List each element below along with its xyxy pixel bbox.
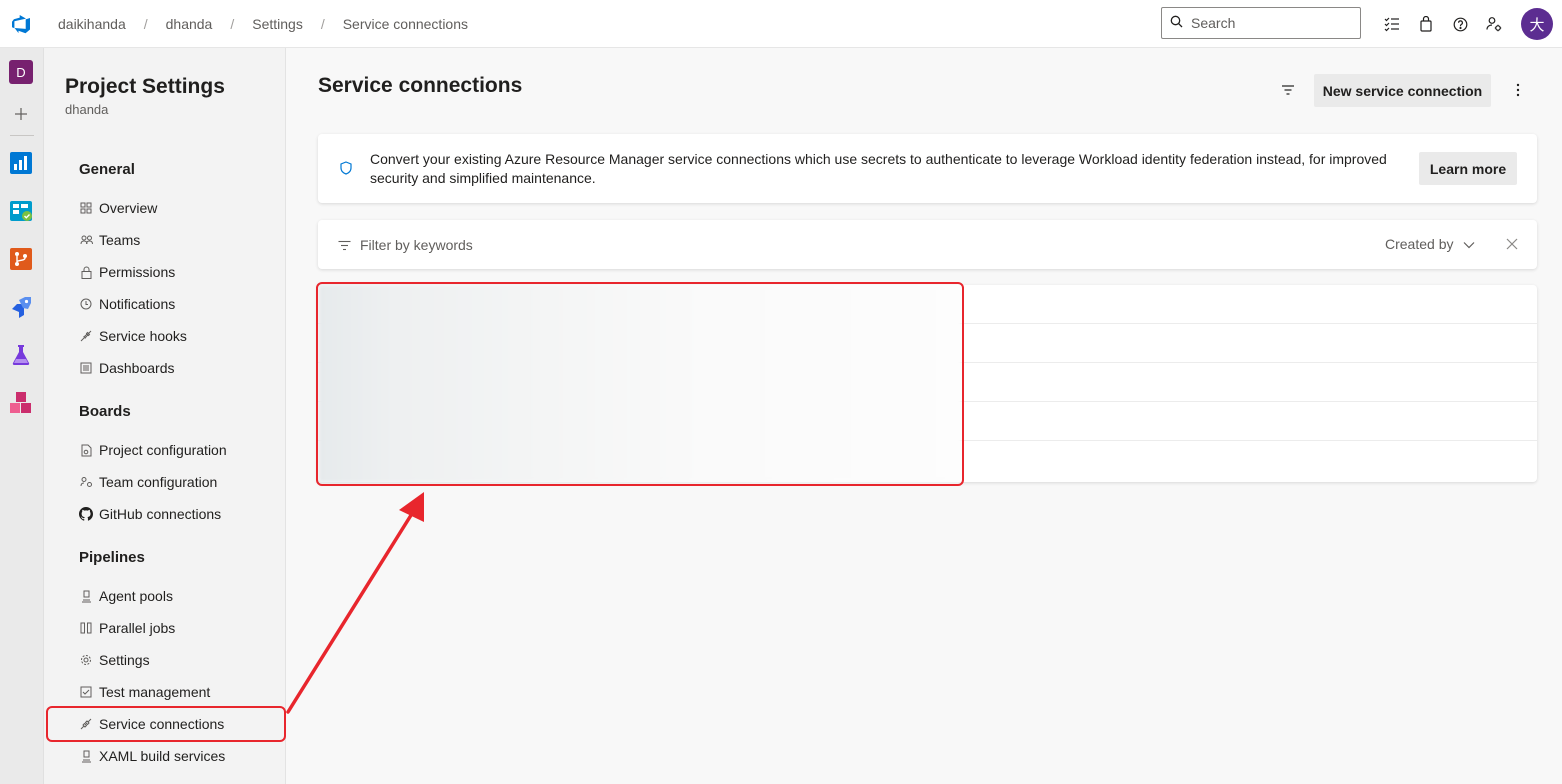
annotation-arrow bbox=[286, 492, 424, 714]
